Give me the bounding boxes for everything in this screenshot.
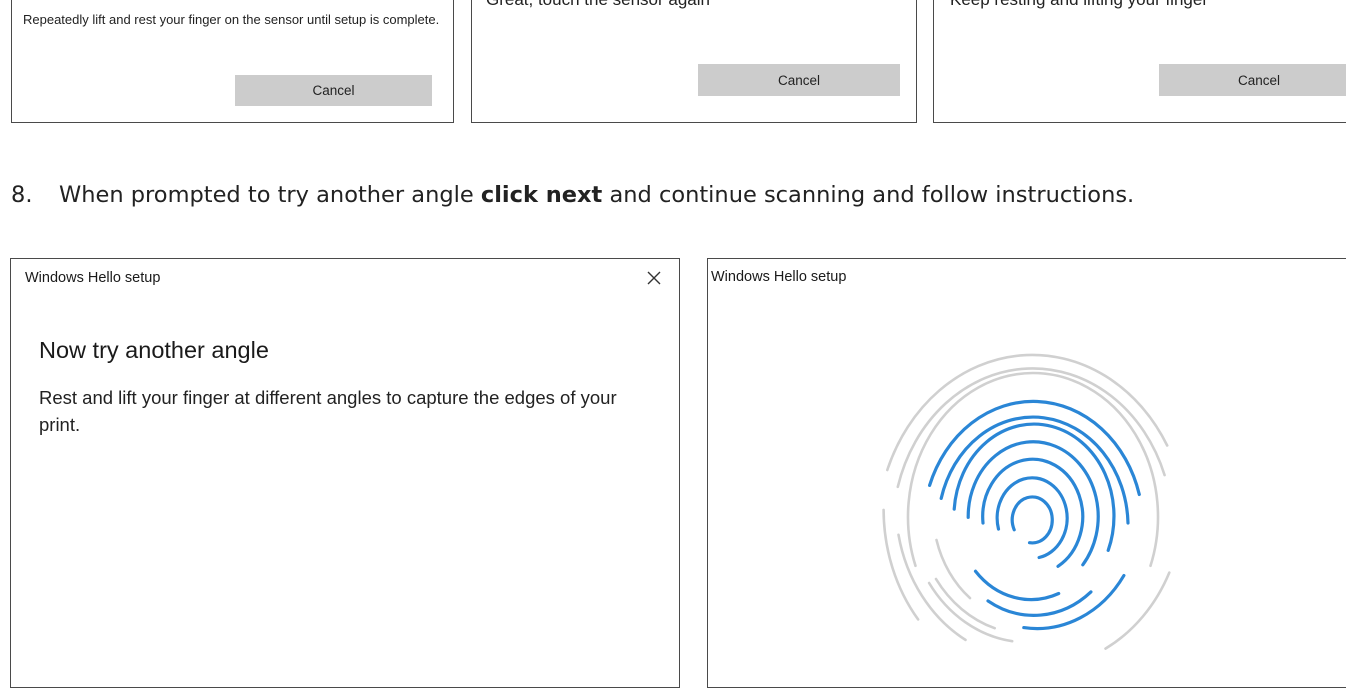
step-number: 8.: [11, 182, 33, 208]
dialog-body-text: Rest and lift your finger at different a…: [39, 387, 617, 435]
fingerprint-ridge: [1010, 495, 1054, 545]
setup-dialog-2: Great, touch the sensor again Cancel: [471, 0, 917, 123]
cancel-button[interactable]: Cancel: [1159, 64, 1346, 96]
fingerprint-ridge: [995, 476, 1069, 560]
dialog-heading: Now try another angle: [39, 337, 269, 363]
windows-hello-dialog-fingerprint: Windows Hello setup: [707, 258, 1346, 688]
fingerprint-ridge: [973, 569, 1061, 602]
cancel-button[interactable]: Cancel: [235, 75, 432, 106]
step-text-before: When prompted to try another angle: [59, 182, 481, 208]
window-title: Windows Hello setup: [711, 269, 847, 285]
instruction-step: 8. When prompted to try another angle cli…: [11, 178, 1134, 212]
close-icon[interactable]: [645, 269, 663, 287]
step-text-bold: click next: [480, 182, 603, 208]
fingerprint-icon: [882, 353, 1171, 650]
dialog-status-text: Great, touch the sensor again: [486, 0, 710, 10]
fingerprint-ridge: [1022, 573, 1126, 631]
step-text-after: and continue scanning and follow instruc…: [602, 182, 1135, 208]
dialog-body-text: Repeatedly lift and rest your finger on …: [23, 12, 440, 27]
fingerprint-ridge: [896, 367, 1166, 489]
setup-dialog-3: Keep resting and lifting your finger Can…: [933, 0, 1346, 123]
fingerprint-ridge: [1104, 571, 1171, 650]
dialog-status-text: Keep resting and lifting your finger: [950, 0, 1208, 10]
setup-dialog-1: Repeatedly lift and rest your finger on …: [11, 0, 454, 123]
fingerprint-ridge: [986, 590, 1093, 617]
fingerprint-ridge: [882, 508, 920, 621]
window-title: Windows Hello setup: [25, 270, 161, 286]
cancel-button[interactable]: Cancel: [698, 64, 900, 96]
windows-hello-dialog-angle: Windows Hello setup Now try another angl…: [10, 258, 680, 688]
